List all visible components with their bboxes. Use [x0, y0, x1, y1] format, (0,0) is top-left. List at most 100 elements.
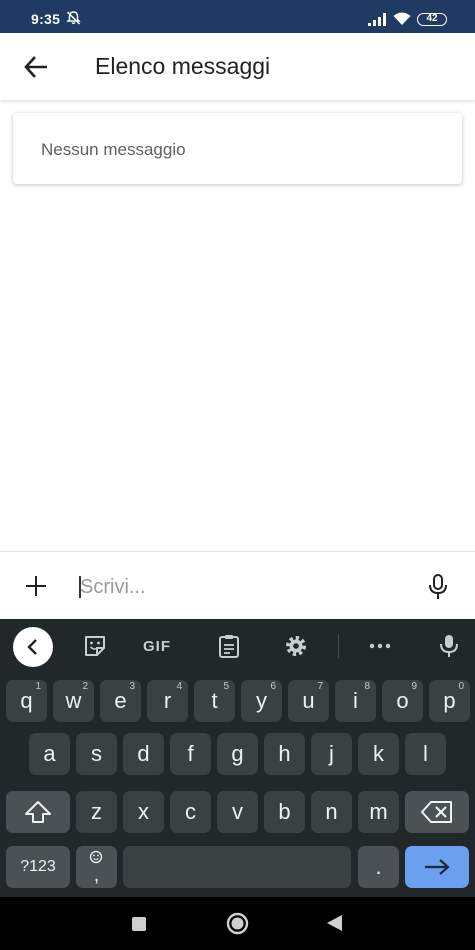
- key-a[interactable]: a: [29, 733, 70, 775]
- home-icon[interactable]: [226, 912, 249, 935]
- key-z[interactable]: z: [76, 791, 117, 833]
- key-e[interactable]: e3: [100, 680, 141, 722]
- key-p[interactable]: p0: [429, 680, 470, 722]
- key-hint: 2: [82, 681, 88, 692]
- back-triangle-icon[interactable]: [326, 914, 343, 932]
- key-q[interactable]: q1: [6, 680, 47, 722]
- recents-icon[interactable]: [131, 916, 147, 932]
- key-c[interactable]: c: [170, 791, 211, 833]
- key-label: h: [278, 741, 291, 766]
- key-label: r: [163, 688, 172, 713]
- key-hint: 7: [317, 681, 323, 692]
- key-d[interactable]: d: [123, 733, 164, 775]
- bell-off-icon: [66, 11, 81, 25]
- key-i[interactable]: i8: [335, 680, 376, 722]
- shift-icon: [25, 801, 51, 823]
- key-v[interactable]: v: [217, 791, 258, 833]
- app-bar: Elenco messaggi: [0, 33, 475, 100]
- key-m[interactable]: m: [358, 791, 399, 833]
- key-r[interactable]: r4: [147, 680, 188, 722]
- on-screen-keyboard: GIF q1w2e3r4t5y6u7i8o9p0asdfghjklzxcvbnm…: [0, 619, 475, 897]
- keyboard-toolbar: GIF: [0, 619, 475, 673]
- symbols-key[interactable]: ?123: [6, 846, 70, 888]
- key-label: i: [353, 688, 358, 713]
- key-hint: 0: [458, 681, 464, 692]
- key-t[interactable]: t5: [194, 680, 235, 722]
- key-label: o: [396, 688, 409, 713]
- key-label: q: [20, 688, 33, 713]
- key-label: ?123: [20, 858, 56, 875]
- key-label: l: [423, 741, 428, 766]
- signal-icon: [368, 13, 386, 26]
- key-s[interactable]: s: [76, 733, 117, 775]
- key-label: e: [114, 688, 127, 713]
- backspace-icon: [421, 801, 452, 823]
- messages-card: Nessun messaggio: [13, 113, 462, 184]
- enter-key[interactable]: [405, 846, 469, 888]
- voice-input-icon[interactable]: [436, 633, 462, 659]
- keyboard-collapse-button[interactable]: [13, 627, 53, 667]
- status-bar: 9:35 42: [0, 0, 475, 33]
- key-label: s: [91, 741, 102, 766]
- battery-icon: 42: [417, 13, 447, 26]
- clipboard-icon[interactable]: [216, 633, 242, 659]
- key-b[interactable]: b: [264, 791, 305, 833]
- status-time: 9:35: [31, 11, 61, 27]
- key-label: .: [375, 854, 382, 879]
- message-input[interactable]: [80, 572, 400, 602]
- key-u[interactable]: u7: [288, 680, 329, 722]
- key-o[interactable]: o9: [382, 680, 423, 722]
- key-y[interactable]: y6: [241, 680, 282, 722]
- empty-messages-label: Nessun messaggio: [41, 140, 186, 159]
- key-h[interactable]: h: [264, 733, 305, 775]
- battery-level: 42: [426, 13, 438, 24]
- sticker-icon[interactable]: [82, 633, 108, 659]
- key-label: b: [278, 799, 291, 824]
- key-label: a: [43, 741, 56, 766]
- key-x[interactable]: x: [123, 791, 164, 833]
- key-hint: 5: [223, 681, 229, 692]
- key-n[interactable]: n: [311, 791, 352, 833]
- key-j[interactable]: j: [311, 733, 352, 775]
- key-f[interactable]: f: [170, 733, 211, 775]
- arrow-right-icon: [425, 859, 450, 875]
- key-label: v: [232, 799, 243, 824]
- key-label: k: [373, 741, 384, 766]
- chevron-left-icon: [27, 639, 37, 655]
- system-nav-bar: [0, 897, 475, 950]
- toolbar-divider: [338, 634, 339, 658]
- key-label: y: [256, 688, 267, 713]
- key-label: x: [138, 799, 149, 824]
- key-label: z: [91, 799, 102, 824]
- key-label: g: [231, 741, 244, 766]
- shift-key[interactable]: [6, 791, 70, 833]
- period-key[interactable]: .: [358, 846, 399, 888]
- key-hint: 8: [364, 681, 370, 692]
- key-k[interactable]: k: [358, 733, 399, 775]
- key-label: m: [369, 799, 388, 824]
- more-horizontal-icon[interactable]: [367, 633, 393, 659]
- gif-button[interactable]: GIF: [143, 638, 171, 655]
- key-g[interactable]: g: [217, 733, 258, 775]
- gear-icon[interactable]: [283, 633, 309, 659]
- key-hint: 1: [35, 681, 41, 692]
- microphone-icon[interactable]: [427, 574, 449, 600]
- key-w[interactable]: w2: [53, 680, 94, 722]
- space-key[interactable]: [123, 846, 351, 888]
- message-composer: [0, 551, 475, 619]
- key-label: n: [325, 799, 338, 824]
- arrow-left-icon[interactable]: [22, 53, 50, 81]
- key-label: p: [443, 688, 456, 713]
- key-hint: 9: [411, 681, 417, 692]
- key-label: j: [329, 741, 334, 766]
- key-l[interactable]: l: [405, 733, 446, 775]
- key-label: f: [187, 741, 194, 766]
- emoji-comma-key[interactable]: ,: [76, 846, 117, 888]
- key-label: w: [65, 688, 82, 713]
- backspace-key[interactable]: [405, 791, 469, 833]
- key-hint: 6: [270, 681, 276, 692]
- key-label: d: [137, 741, 150, 766]
- key-label: t: [211, 688, 218, 713]
- comma-label: ,: [93, 864, 100, 886]
- plus-icon[interactable]: [25, 575, 47, 597]
